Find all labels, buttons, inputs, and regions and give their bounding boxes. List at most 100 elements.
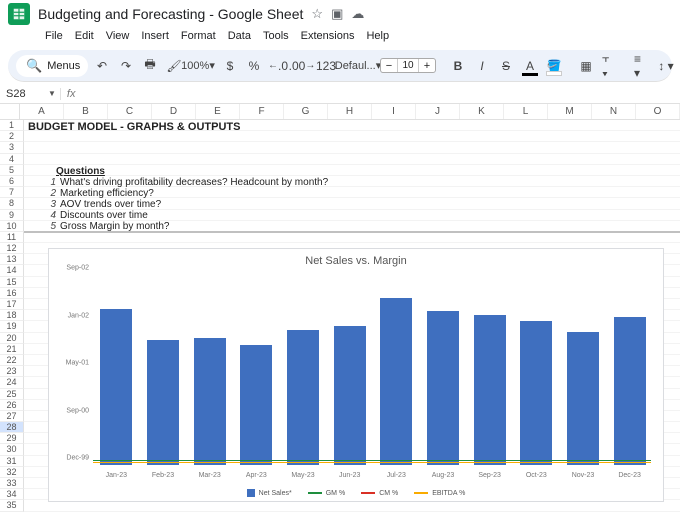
row-header[interactable]: 32 bbox=[0, 467, 24, 478]
row-header[interactable]: 4 bbox=[0, 154, 24, 165]
menu-help[interactable]: Help bbox=[361, 28, 394, 44]
align-button[interactable]: ≡ ▾ bbox=[632, 55, 652, 77]
menu-extensions[interactable]: Extensions bbox=[296, 28, 360, 44]
row-header[interactable]: 20 bbox=[0, 333, 24, 344]
col-header-A[interactable]: A bbox=[20, 104, 64, 119]
bar bbox=[380, 298, 412, 465]
cloud-icon[interactable]: ☁ bbox=[351, 6, 364, 22]
font-size-value[interactable]: 10 bbox=[397, 59, 419, 72]
bar bbox=[100, 309, 132, 465]
row-header[interactable]: 34 bbox=[0, 489, 24, 500]
col-header-O[interactable]: O bbox=[636, 104, 680, 119]
col-header-B[interactable]: B bbox=[64, 104, 108, 119]
col-header-N[interactable]: N bbox=[592, 104, 636, 119]
row-header[interactable]: 15 bbox=[0, 277, 24, 288]
row-header[interactable]: 22 bbox=[0, 355, 24, 366]
row-header[interactable]: 27 bbox=[0, 411, 24, 422]
valign-button[interactable]: ↕ ▾ bbox=[656, 55, 676, 77]
doc-title[interactable]: Budgeting and Forecasting - Google Sheet bbox=[38, 6, 303, 22]
name-box[interactable]: S28 bbox=[0, 88, 44, 100]
col-header-E[interactable]: E bbox=[196, 104, 240, 119]
undo-button[interactable]: ↶ bbox=[92, 55, 112, 77]
row-header[interactable]: 23 bbox=[0, 366, 24, 377]
strike-button[interactable]: S bbox=[496, 55, 516, 77]
row-header[interactable]: 7 bbox=[0, 187, 24, 198]
row-header[interactable]: 5 bbox=[0, 165, 24, 176]
row-header[interactable]: 3 bbox=[0, 142, 24, 153]
select-all-corner[interactable] bbox=[0, 104, 20, 119]
name-box-dropdown[interactable]: ▼ bbox=[44, 89, 60, 98]
row-header[interactable]: 18 bbox=[0, 310, 24, 321]
menu-data[interactable]: Data bbox=[223, 28, 256, 44]
row-header[interactable]: 14 bbox=[0, 265, 24, 276]
row-header[interactable]: 26 bbox=[0, 400, 24, 411]
row-header[interactable]: 8 bbox=[0, 198, 24, 209]
bar bbox=[427, 311, 459, 465]
col-header-K[interactable]: K bbox=[460, 104, 504, 119]
row-header[interactable]: 17 bbox=[0, 299, 24, 310]
series-line bbox=[93, 462, 651, 464]
menu-file[interactable]: File bbox=[40, 28, 68, 44]
row-header[interactable]: 10 bbox=[0, 221, 24, 232]
menus-search[interactable]: 🔍 Menus bbox=[16, 55, 88, 77]
menu-view[interactable]: View bbox=[101, 28, 135, 44]
row-header[interactable]: 25 bbox=[0, 389, 24, 400]
row-header[interactable]: 2 bbox=[0, 131, 24, 142]
decrease-decimal-button[interactable]: ←.0 bbox=[268, 55, 288, 77]
row-header[interactable]: 35 bbox=[0, 500, 24, 511]
row-header[interactable]: 1 bbox=[0, 120, 24, 131]
row-header[interactable]: 9 bbox=[0, 210, 24, 221]
text-color-button[interactable]: A bbox=[520, 55, 540, 77]
search-icon: 🔍 bbox=[26, 58, 42, 74]
menu-tools[interactable]: Tools bbox=[258, 28, 294, 44]
font-size-minus[interactable]: − bbox=[381, 60, 397, 72]
chart-legend: Net Sales*GM %CM %EBITDA % bbox=[49, 489, 663, 497]
merge-button[interactable]: ⫟ ▾ bbox=[600, 55, 620, 77]
row-header[interactable]: 28 bbox=[0, 422, 24, 433]
zoom-select[interactable]: 100% ▾ bbox=[188, 55, 208, 77]
col-header-C[interactable]: C bbox=[108, 104, 152, 119]
bold-button[interactable]: B bbox=[448, 55, 468, 77]
fx-icon: fx bbox=[60, 88, 82, 100]
col-header-H[interactable]: H bbox=[328, 104, 372, 119]
redo-button[interactable]: ↷ bbox=[116, 55, 136, 77]
row-header[interactable]: 21 bbox=[0, 344, 24, 355]
currency-button[interactable]: $ bbox=[220, 55, 240, 77]
row-header[interactable]: 31 bbox=[0, 456, 24, 467]
col-header-F[interactable]: F bbox=[240, 104, 284, 119]
font-size-plus[interactable]: + bbox=[419, 60, 435, 72]
percent-button[interactable]: % bbox=[244, 55, 264, 77]
menu-insert[interactable]: Insert bbox=[136, 28, 174, 44]
print-button[interactable]: 🖶 bbox=[140, 55, 160, 77]
move-icon[interactable]: ▣ bbox=[331, 6, 343, 22]
sheets-logo[interactable] bbox=[8, 3, 30, 25]
increase-decimal-button[interactable]: .00→ bbox=[292, 55, 312, 77]
row-header[interactable]: 33 bbox=[0, 478, 24, 489]
font-select[interactable]: Defaul... ▾ bbox=[348, 55, 368, 77]
chart-net-sales-margin[interactable]: Net Sales vs. Margin Dec-99Sep-00May-01J… bbox=[48, 248, 664, 502]
borders-button[interactable]: ▦ bbox=[576, 55, 596, 77]
number-format-button[interactable]: 123 bbox=[316, 55, 336, 77]
col-header-L[interactable]: L bbox=[504, 104, 548, 119]
spreadsheet-grid[interactable]: ABCDEFGHIJKLMNO 123456789101112131415161… bbox=[0, 104, 680, 518]
row-header[interactable]: 12 bbox=[0, 243, 24, 254]
row-header[interactable]: 30 bbox=[0, 444, 24, 455]
fill-color-button[interactable]: 🪣 bbox=[544, 55, 564, 77]
row-header[interactable]: 16 bbox=[0, 288, 24, 299]
menu-edit[interactable]: Edit bbox=[70, 28, 99, 44]
font-size-stepper[interactable]: − 10 + bbox=[380, 58, 436, 73]
row-header[interactable]: 19 bbox=[0, 321, 24, 332]
row-header[interactable]: 11 bbox=[0, 232, 24, 243]
row-header[interactable]: 24 bbox=[0, 377, 24, 388]
menu-format[interactable]: Format bbox=[176, 28, 221, 44]
col-header-G[interactable]: G bbox=[284, 104, 328, 119]
col-header-J[interactable]: J bbox=[416, 104, 460, 119]
col-header-I[interactable]: I bbox=[372, 104, 416, 119]
italic-button[interactable]: I bbox=[472, 55, 492, 77]
col-header-M[interactable]: M bbox=[548, 104, 592, 119]
row-header[interactable]: 6 bbox=[0, 176, 24, 187]
row-header[interactable]: 29 bbox=[0, 433, 24, 444]
row-header[interactable]: 13 bbox=[0, 254, 24, 265]
col-header-D[interactable]: D bbox=[152, 104, 196, 119]
star-icon[interactable]: ☆ bbox=[311, 6, 323, 22]
